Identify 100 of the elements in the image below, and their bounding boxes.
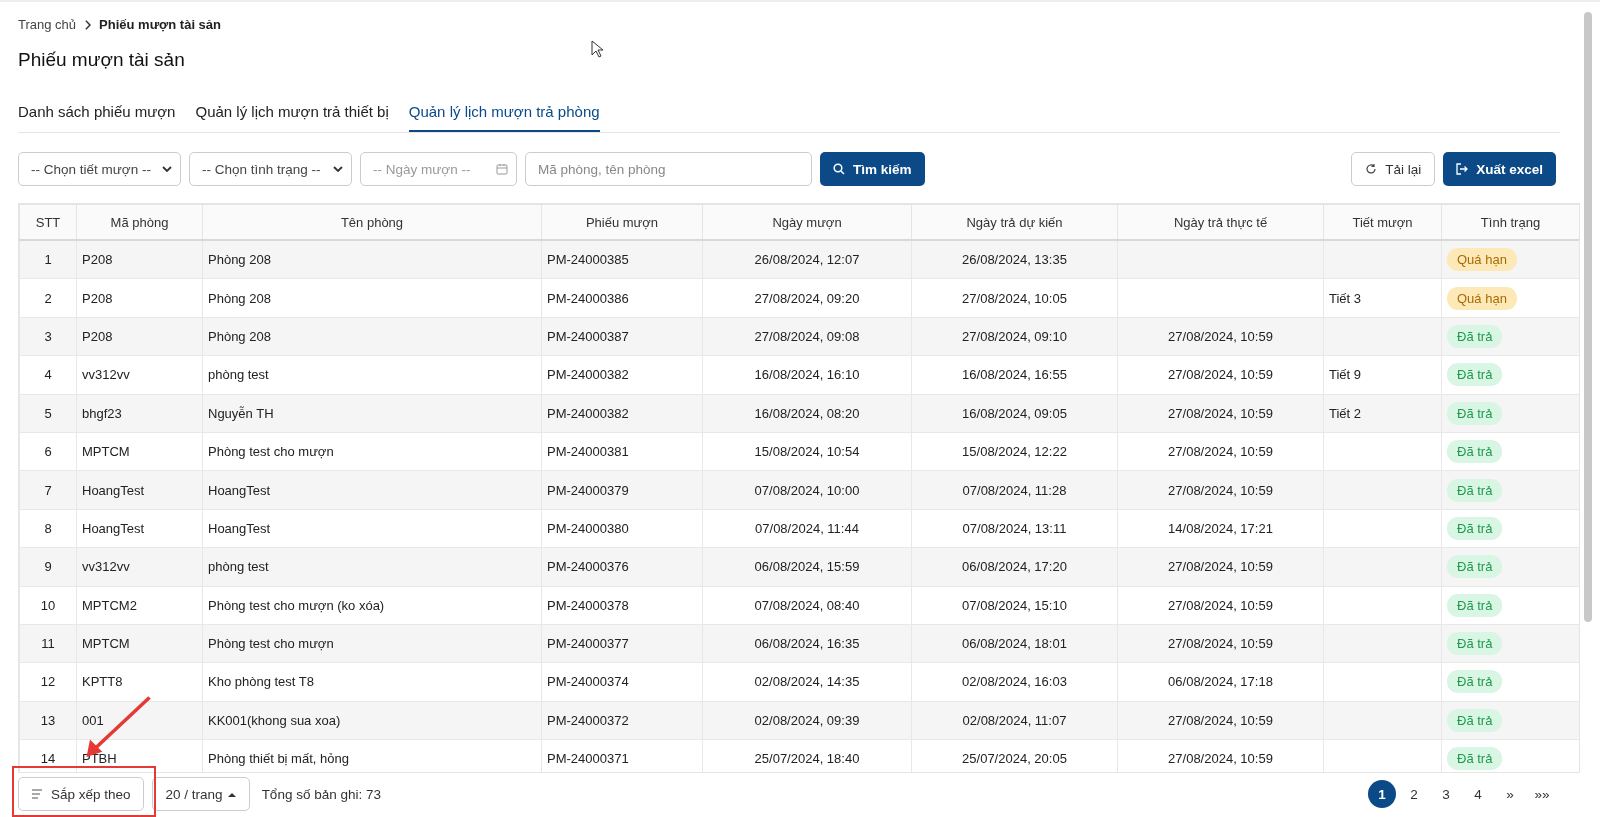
calendar-icon [496, 163, 508, 175]
table-cell: 02/08/2024, 09:39 [702, 701, 912, 740]
table-cell: PM-24000386 [541, 278, 703, 318]
table-cell: 07/08/2024, 13:11 [911, 509, 1118, 548]
page-link[interactable]: 2 [1400, 780, 1428, 808]
table-cell: 07/08/2024, 15:10 [911, 586, 1118, 625]
table-cell: 14/08/2024, 17:21 [1117, 509, 1324, 548]
status-badge: Đã trả [1447, 670, 1503, 694]
caret-up-icon [227, 791, 236, 797]
tab[interactable]: Quản lý lịch mượn trả thiết bị [195, 103, 389, 132]
column-header: Tiết mượn [1323, 204, 1442, 240]
table-cell: 2 [19, 278, 77, 318]
table-cell: phòng test [202, 355, 542, 395]
table-cell: PM-24000378 [541, 586, 703, 625]
search-field[interactable]: Mã phòng, tên phòng [525, 152, 812, 186]
table-cell: 1 [19, 240, 77, 279]
table-cell: 16/08/2024, 16:10 [702, 355, 912, 395]
page-link[interactable]: 3 [1432, 780, 1460, 808]
status-badge: Đã trả [1447, 478, 1503, 502]
next-page-link[interactable]: » [1496, 780, 1524, 808]
table-cell: Tiết 9 [1323, 355, 1442, 395]
table-cell: HoangTest [76, 470, 203, 510]
status-badge: Đã trả [1447, 363, 1503, 387]
table-cell: 8 [19, 509, 77, 548]
table-cell: 02/08/2024, 11:07 [911, 701, 1118, 740]
column-header: Ngày trả dự kiến [911, 204, 1118, 240]
table-cell: 12 [19, 662, 77, 702]
table-cell: phòng test [202, 547, 542, 586]
status-badge: Đã trả [1447, 516, 1503, 540]
table-cell: P208 [76, 240, 203, 279]
table-cell: 07/08/2024, 11:44 [702, 509, 912, 548]
table-cell: 4 [19, 355, 77, 395]
table-cell: PM-24000372 [541, 701, 703, 740]
column-header: STT [19, 204, 77, 240]
table-cell: 15/08/2024, 12:22 [911, 432, 1118, 471]
table-cell: Kho phòng test T8 [202, 662, 542, 702]
page-link[interactable]: 4 [1464, 780, 1492, 808]
table-cell: P208 [76, 278, 203, 318]
table-cell: MPTCM2 [76, 586, 203, 625]
table-cell: 3 [19, 317, 77, 356]
table-cell: 06/08/2024, 16:35 [702, 624, 912, 663]
table-cell: PM-24000376 [541, 547, 703, 586]
table-cell: Phòng test cho mượn [202, 624, 542, 663]
status-badge: Quá hạn [1447, 248, 1517, 272]
breadcrumb-link[interactable]: Trang chủ [18, 17, 77, 32]
chevron-down-icon [333, 166, 343, 172]
table-cell: 06/08/2024, 17:20 [911, 547, 1118, 586]
table-cell: 06/08/2024, 15:59 [702, 547, 912, 586]
status-select[interactable]: -- Chọn tình trạng -- [189, 152, 352, 186]
table-cell: KPTT8 [76, 662, 203, 702]
total-records: Tổng số bản ghi: 73 [261, 786, 381, 802]
table-cell: 16/08/2024, 16:55 [911, 355, 1118, 395]
table-cell: 07/08/2024, 10:00 [702, 470, 912, 510]
table-cell: 07/08/2024, 11:28 [911, 470, 1118, 510]
table-cell: vv312vv [76, 355, 203, 395]
chevron-down-icon [162, 166, 172, 172]
table-cell: PM-24000380 [541, 509, 703, 548]
table-cell: 27/08/2024, 10:59 [1117, 470, 1324, 510]
table-cell: Nguyễn TH [202, 394, 542, 433]
table-cell: 27/08/2024, 09:08 [702, 317, 912, 356]
column-header: Mã phòng [76, 204, 203, 240]
reload-button[interactable]: Tải lại [1351, 152, 1436, 186]
table-cell: 27/08/2024, 10:59 [1117, 624, 1324, 663]
table-cell: 02/08/2024, 16:03 [911, 662, 1118, 702]
search-icon [833, 163, 845, 175]
export-button[interactable]: Xuất excel [1443, 152, 1556, 186]
table-cell: Phòng test cho mượn [202, 432, 542, 471]
table-cell: PM-24000382 [541, 355, 703, 395]
page-title: Phiếu mượn tài sản [18, 49, 186, 71]
page-link[interactable]: 1 [1368, 780, 1396, 808]
page-size-select[interactable]: 20 / trang [151, 777, 250, 811]
table-cell: 27/08/2024, 10:59 [1117, 355, 1324, 395]
table-cell: 26/08/2024, 13:35 [911, 240, 1118, 279]
table-cell: 07/08/2024, 08:40 [702, 586, 912, 625]
table-cell: HoangTest [76, 509, 203, 548]
tab[interactable]: Quản lý lịch mượn trả phòng [408, 103, 600, 132]
table-cell: 16/08/2024, 09:05 [911, 394, 1118, 433]
status-badge: Đã trả [1447, 593, 1503, 617]
last-page-link[interactable]: »» [1528, 780, 1556, 808]
table-cell: 06/08/2024, 18:01 [911, 624, 1118, 663]
table-cell: 16/08/2024, 08:20 [702, 394, 912, 433]
table-cell: 26/08/2024, 12:07 [702, 240, 912, 279]
table-cell: vv312vv [76, 547, 203, 586]
table-cell: Phòng 208 [202, 240, 542, 279]
table-cell: 7 [19, 470, 77, 510]
table-cell: PM-24000382 [541, 394, 703, 433]
period-select[interactable]: -- Chọn tiết mượn -- [18, 152, 181, 186]
table-cell: 27/08/2024, 10:59 [1117, 317, 1324, 356]
table-cell: 13 [19, 701, 77, 740]
column-header: Ngày trả thực tế [1117, 204, 1324, 240]
table-cell: 27/08/2024, 10:59 [1117, 394, 1324, 433]
table-cell: 10 [19, 586, 77, 625]
sort-button[interactable]: Sắp xếp theo [18, 777, 144, 811]
status-badge: Đã trả [1447, 324, 1503, 348]
table-cell: PM-24000387 [541, 317, 703, 356]
tab[interactable]: Danh sách phiếu mượn [18, 103, 176, 132]
search-button[interactable]: Tìm kiếm [820, 152, 925, 186]
table-cell: P208 [76, 317, 203, 356]
breadcrumb-link[interactable]: Phiếu mượn tài sản [99, 17, 222, 32]
table-cell: 27/08/2024, 10:59 [1117, 701, 1324, 740]
